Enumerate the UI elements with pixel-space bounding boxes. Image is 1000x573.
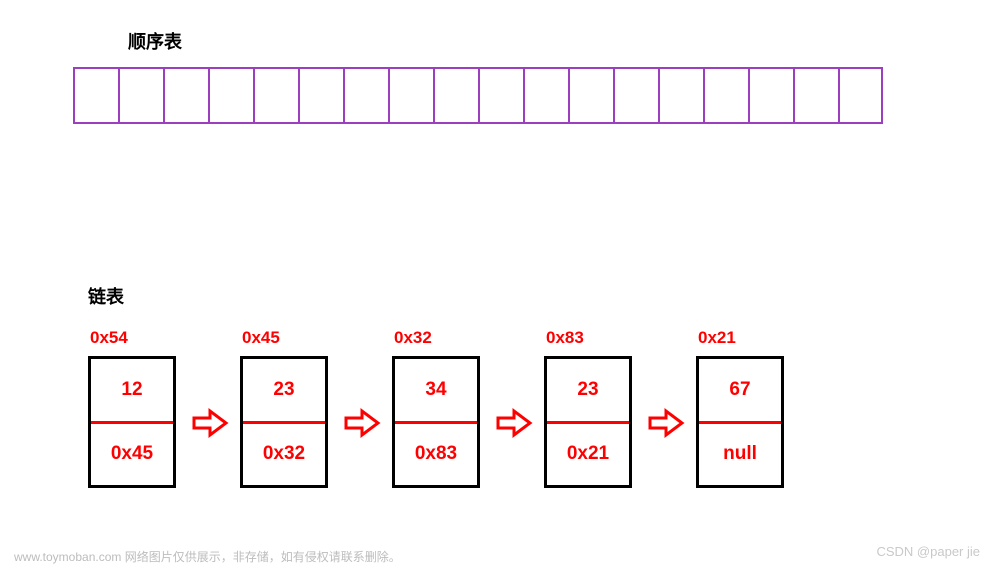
node-box: 67null (696, 356, 784, 488)
node-address: 0x21 (698, 328, 736, 348)
array-cell (163, 67, 208, 124)
array-cell (523, 67, 568, 124)
node-next: null (699, 424, 781, 486)
array-cell (298, 67, 343, 124)
node-value: 23 (243, 359, 325, 424)
array-row (73, 67, 883, 124)
node-address: 0x45 (242, 328, 280, 348)
node-address: 0x54 (90, 328, 128, 348)
array-cell (793, 67, 838, 124)
array-cell (568, 67, 613, 124)
node-value: 12 (91, 359, 173, 424)
linked-node: 0x45 230x32 (240, 328, 328, 488)
watermark-right: CSDN @paper jie (876, 544, 980, 559)
node-value: 34 (395, 359, 477, 424)
array-cell (658, 67, 703, 124)
arrow-icon (344, 408, 382, 438)
array-cell (838, 67, 883, 124)
node-value: 67 (699, 359, 781, 424)
array-cell (73, 67, 118, 124)
array-cell (118, 67, 163, 124)
array-cell (478, 67, 523, 124)
linked-list-row: 0x54120x45 0x45230x32 0x32340x83 0x83230… (88, 328, 794, 488)
node-address: 0x83 (546, 328, 584, 348)
node-next: 0x21 (547, 424, 629, 486)
node-box: 120x45 (88, 356, 176, 488)
linked-node: 0x83 230x21 (544, 328, 632, 488)
linked-node: 0x21 67null (696, 328, 784, 488)
node-value: 23 (547, 359, 629, 424)
linked-node: 0x32 340x83 (392, 328, 480, 488)
node-address: 0x32 (394, 328, 432, 348)
node-box: 230x21 (544, 356, 632, 488)
array-cell (388, 67, 433, 124)
array-cell (343, 67, 388, 124)
array-cell (613, 67, 658, 124)
arrow-icon (648, 408, 686, 438)
array-cell (208, 67, 253, 124)
node-box: 340x83 (392, 356, 480, 488)
array-cell (748, 67, 793, 124)
node-next: 0x32 (243, 424, 325, 486)
node-box: 230x32 (240, 356, 328, 488)
linked-list-title: 链表 (88, 283, 124, 309)
arrow-icon (496, 408, 534, 438)
node-next: 0x45 (91, 424, 173, 486)
array-cell (253, 67, 298, 124)
array-cell (703, 67, 748, 124)
node-next: 0x83 (395, 424, 477, 486)
array-title: 顺序表 (128, 28, 182, 54)
arrow-icon (192, 408, 230, 438)
array-cell (433, 67, 478, 124)
linked-node: 0x54 120x45 (88, 328, 176, 488)
watermark-left: www.toymoban.com 网络图片仅供展示，非存储，如有侵权请联系删除。 (14, 548, 401, 565)
